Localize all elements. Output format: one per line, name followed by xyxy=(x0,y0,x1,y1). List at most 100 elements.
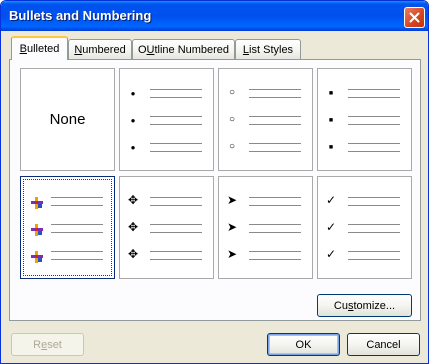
tab-list-styles-label: List Styles xyxy=(243,44,293,56)
tab-numbered[interactable]: Numbered xyxy=(68,39,132,59)
bullet-preview-line xyxy=(348,151,400,152)
arrowhead-bullet-icon: ➤ xyxy=(226,247,238,261)
filled-circle-bullet-icon: ● xyxy=(130,89,136,98)
bullet-option-filled-circle[interactable]: ● ● ● xyxy=(119,68,214,171)
bullet-preview-line xyxy=(51,224,103,225)
bullet-preview-line xyxy=(249,124,301,125)
reset-button[interactable]: Reset xyxy=(11,333,84,356)
checkmark-bullet-icon: ✓ xyxy=(325,220,337,234)
bullet-preview-line xyxy=(150,151,202,152)
four-diamond-bullet-icon: ✥ xyxy=(127,193,139,207)
bullet-preview-line xyxy=(150,224,202,225)
bullet-option-none[interactable]: None xyxy=(20,68,115,171)
cancel-label: Cancel xyxy=(366,338,401,351)
filled-square-bullet-icon: ■ xyxy=(328,117,334,124)
arrowhead-bullet-icon: ➤ xyxy=(226,220,238,234)
bullet-preview-line xyxy=(150,251,202,252)
hollow-circle-bullet-icon: ○ xyxy=(228,114,236,125)
picture-bullet-icon xyxy=(31,224,43,236)
bullet-preview-line xyxy=(249,143,301,144)
bullet-option-picture[interactable] xyxy=(20,176,115,279)
four-diamond-bullet-icon: ✥ xyxy=(127,247,139,261)
bullet-preview-line xyxy=(150,143,202,144)
tab-bulleted-label: Bulleted xyxy=(20,43,60,55)
bullet-preview-line xyxy=(348,124,400,125)
tab-numbered-rest: umbered xyxy=(82,43,126,56)
bullet-preview-line xyxy=(249,116,301,117)
hollow-circle-bullet-icon: ○ xyxy=(228,87,236,98)
bullet-preview-line xyxy=(150,205,202,206)
close-icon xyxy=(409,12,420,23)
filled-square-bullet-icon: ■ xyxy=(328,90,334,97)
tab-bulleted-rest: ulleted xyxy=(26,43,60,55)
picture-bullet-icon xyxy=(31,251,43,263)
tab-outline-label: OUtline Numbered xyxy=(138,44,229,56)
tab-numbered-label: Numbered xyxy=(74,44,125,56)
bullet-preview-line xyxy=(249,205,301,206)
bullet-preview-line xyxy=(348,97,400,98)
bullet-preview-line xyxy=(249,197,301,198)
filled-circle-bullet-icon: ● xyxy=(130,116,136,125)
filled-square-bullet-icon: ■ xyxy=(328,144,334,151)
bullet-preview-line xyxy=(249,259,301,260)
bullet-preview-line xyxy=(150,97,202,98)
customize-label-pre: Cu xyxy=(333,299,348,312)
bullet-preview-line xyxy=(249,97,301,98)
tab-list-styles[interactable]: List Styles xyxy=(235,39,301,59)
reset-label: Reset xyxy=(33,339,62,351)
bullet-option-filled-square[interactable]: ■ ■ ■ xyxy=(317,68,412,171)
bullet-preview-line xyxy=(249,251,301,252)
bullet-preview-line xyxy=(348,116,400,117)
bullet-preview-line xyxy=(348,205,400,206)
bullet-preview-line xyxy=(348,259,400,260)
bullet-preview-line xyxy=(249,232,301,233)
arrowhead-bullet-icon: ➤ xyxy=(226,193,238,207)
bullet-preview-line xyxy=(51,259,103,260)
close-button[interactable] xyxy=(404,7,425,28)
bullet-preview-line xyxy=(51,197,103,198)
dialog-title: Bullets and Numbering xyxy=(9,8,152,23)
bullet-option-arrowhead[interactable]: ➤ ➤ ➤ xyxy=(218,176,313,279)
bulleted-tab-panel: None ● ● ● ○ ○ ○ ■ ■ ■ ✥ ✥ ✥ ➤ ➤ ➤ ✓ ✓ ✓ Customize..… xyxy=(9,59,421,321)
four-diamond-bullet-icon: ✥ xyxy=(127,220,139,234)
tab-outline-rest: tline Numbered xyxy=(154,43,230,56)
cancel-button[interactable]: Cancel xyxy=(347,333,420,356)
bullet-option-four-diamond[interactable]: ✥ ✥ ✥ xyxy=(119,176,214,279)
bullet-preview-line xyxy=(150,259,202,260)
bullet-preview-line xyxy=(348,224,400,225)
filled-circle-bullet-icon: ● xyxy=(130,143,136,152)
bullet-preview-line xyxy=(150,124,202,125)
picture-bullet-icon xyxy=(31,197,43,209)
bullet-preview-line xyxy=(348,197,400,198)
tab-bulleted[interactable]: Bulleted xyxy=(11,36,68,60)
bullet-preview-line xyxy=(150,116,202,117)
tab-outline-numbered[interactable]: OUtline Numbered xyxy=(132,39,235,59)
customize-button[interactable]: Customize... xyxy=(317,294,412,317)
bullet-preview-line xyxy=(51,205,103,206)
hollow-circle-bullet-icon: ○ xyxy=(228,141,236,152)
bullet-preview-line xyxy=(348,232,400,233)
customize-label: Customize... xyxy=(334,300,395,312)
bullet-preview-line xyxy=(249,224,301,225)
bullets-numbering-dialog: Bullets and Numbering Bulleted Numbered … xyxy=(0,0,429,364)
bullet-preview-line xyxy=(150,89,202,90)
customize-label-rest: tomize... xyxy=(353,299,396,312)
title-bar: Bullets and Numbering xyxy=(1,1,428,31)
bullet-preview-line xyxy=(150,232,202,233)
reset-label-pre: R xyxy=(33,338,42,351)
none-label: None xyxy=(49,111,86,128)
bullet-preview-line xyxy=(51,232,103,233)
bullet-preview-line xyxy=(348,89,400,90)
checkmark-bullet-icon: ✓ xyxy=(325,193,337,207)
bullet-preview-line xyxy=(348,143,400,144)
bullet-preview-line xyxy=(150,197,202,198)
ok-label: OK xyxy=(295,338,312,351)
tab-bulleted-accel: B xyxy=(19,43,27,55)
ok-button[interactable]: OK xyxy=(267,333,340,356)
bullet-option-checkmark[interactable]: ✓ ✓ ✓ xyxy=(317,176,412,279)
checkmark-bullet-icon: ✓ xyxy=(325,247,337,261)
bullet-option-hollow-circle[interactable]: ○ ○ ○ xyxy=(218,68,313,171)
bullet-preview-line xyxy=(249,89,301,90)
bullet-preview-line xyxy=(348,251,400,252)
tab-list-styles-rest: ist Styles xyxy=(249,43,294,56)
